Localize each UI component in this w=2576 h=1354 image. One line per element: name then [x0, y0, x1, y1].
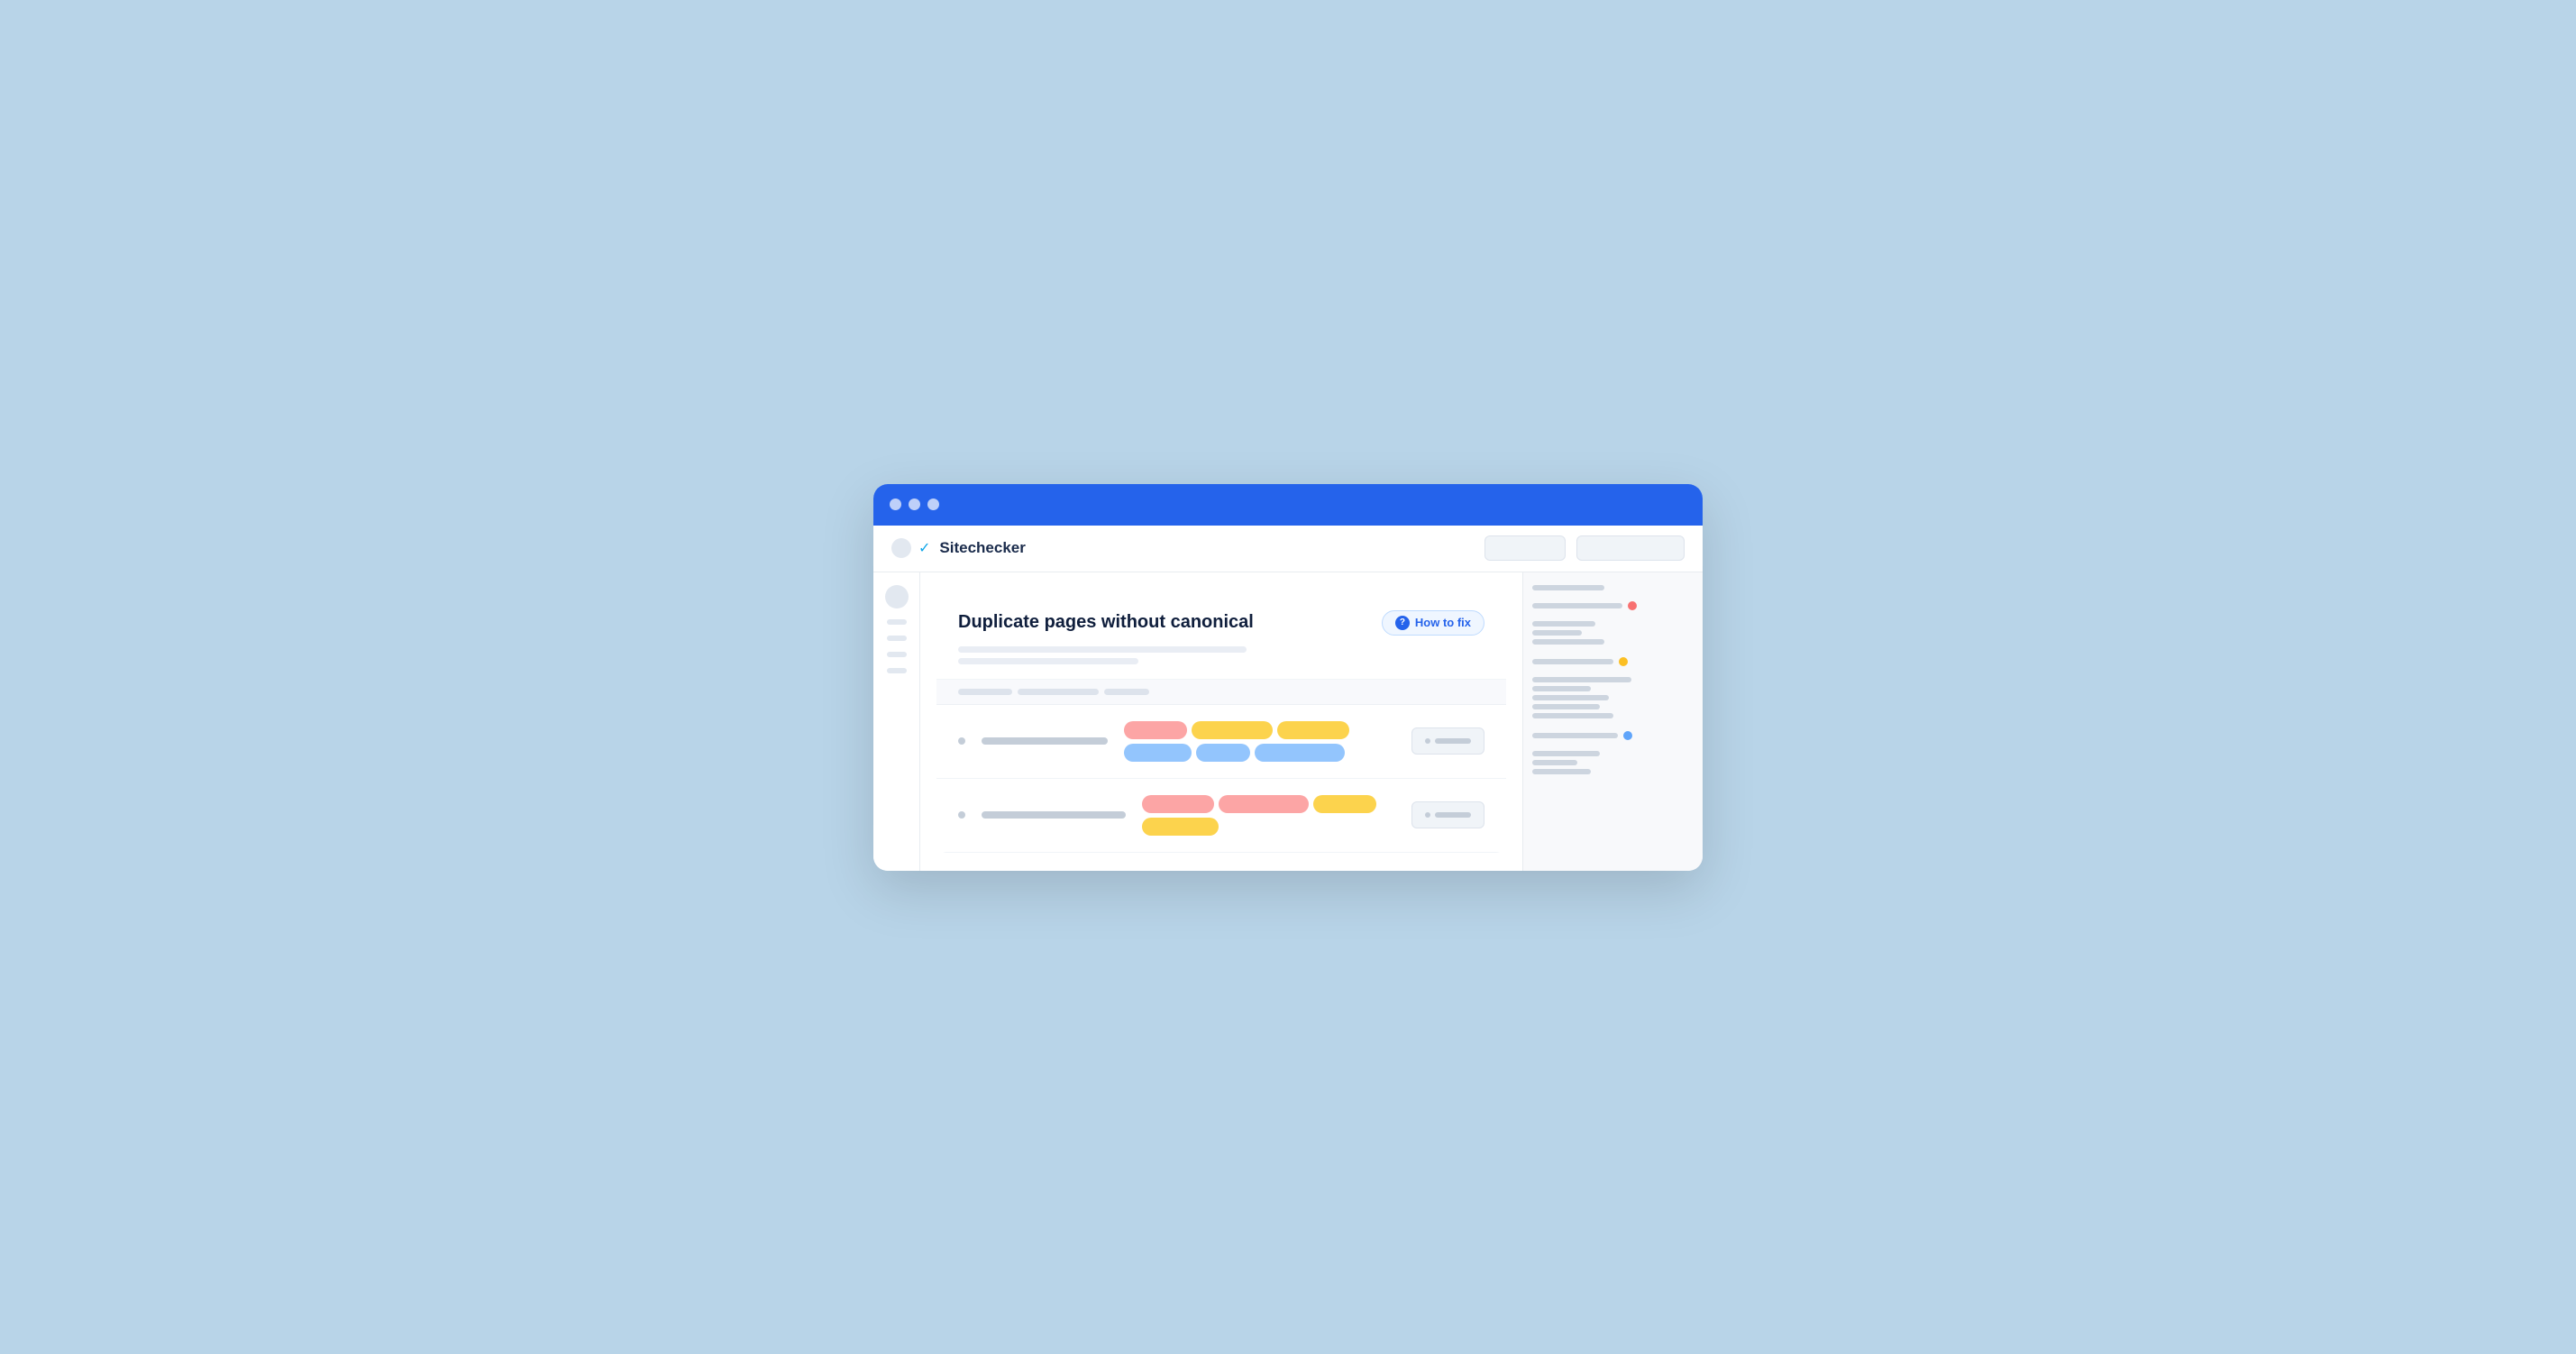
traffic-light-3 [927, 499, 939, 510]
rp-bar [1532, 695, 1609, 700]
sidebar-item-2[interactable] [887, 636, 907, 641]
browser-window: ✓ Sitechecker Duplicate pages without ca… [873, 484, 1703, 871]
rp-bar [1532, 677, 1631, 682]
nav-button-primary[interactable] [1484, 535, 1566, 561]
table-header [936, 680, 1506, 705]
card-header: Duplicate pages without canonical ? How … [936, 590, 1506, 680]
rp-bar [1532, 769, 1591, 774]
sidebar-item-3[interactable] [887, 652, 907, 657]
sidebar-avatar [885, 585, 909, 608]
row-dot-2 [958, 811, 965, 819]
rp-status-dot-orange [1619, 657, 1628, 666]
rp-bar [1532, 713, 1613, 718]
action-btn-bar [1435, 812, 1471, 818]
main-layout: Duplicate pages without canonical ? How … [873, 572, 1703, 871]
tag [1124, 744, 1192, 762]
rp-group-3 [1532, 657, 1694, 666]
th-bar-3 [1104, 689, 1149, 695]
tag [1124, 721, 1187, 739]
subtitle-bar-1 [958, 646, 1247, 653]
tag [1313, 795, 1376, 813]
logo-area: ✓ Sitechecker [891, 538, 1474, 558]
rp-bar [1532, 585, 1604, 590]
how-to-fix-button[interactable]: ? How to fix [1382, 610, 1484, 636]
table-header-inner [958, 689, 1484, 695]
action-btn-dot [1425, 738, 1430, 744]
action-btn-bar [1435, 738, 1471, 744]
content-card: Duplicate pages without canonical ? How … [936, 590, 1506, 853]
traffic-light-2 [909, 499, 920, 510]
navbar: ✓ Sitechecker [873, 526, 1703, 572]
tag [1142, 795, 1214, 813]
rp-sub-group-3 [1532, 677, 1694, 718]
subtitle-bars [958, 646, 1484, 664]
row-tags-1 [1124, 721, 1395, 762]
rp-bar [1532, 659, 1613, 664]
nav-button-secondary[interactable] [1576, 535, 1685, 561]
rp-sub-group-4 [1532, 751, 1694, 774]
rp-bar [1532, 733, 1618, 738]
rp-status-dot-red [1628, 601, 1637, 610]
subtitle-bar-2 [958, 658, 1138, 664]
sidebar [873, 572, 920, 871]
th-bar-2 [1018, 689, 1099, 695]
table-row [936, 779, 1506, 853]
tag [1142, 818, 1219, 836]
content-area: Duplicate pages without canonical ? How … [920, 572, 1522, 871]
how-to-fix-icon: ? [1395, 616, 1410, 630]
table-row [936, 705, 1506, 779]
tag [1196, 744, 1250, 762]
rp-bar [1532, 603, 1622, 608]
row-action-button-1[interactable] [1411, 727, 1484, 755]
row-label-1 [982, 737, 1108, 745]
row-dot-1 [958, 737, 965, 745]
rp-bar [1532, 639, 1604, 645]
rp-bar [1532, 621, 1595, 627]
sidebar-item-4[interactable] [887, 668, 907, 673]
tag [1255, 744, 1345, 762]
how-to-fix-label: How to fix [1415, 616, 1471, 629]
rp-bar [1532, 704, 1600, 709]
rp-bar [1532, 686, 1591, 691]
brand-name: Sitechecker [939, 539, 1025, 557]
traffic-light-1 [890, 499, 901, 510]
tag [1192, 721, 1273, 739]
logo-circle [891, 538, 911, 558]
row-label-2 [982, 811, 1126, 819]
brand-checkmark: ✓ [918, 539, 930, 557]
sidebar-item-1[interactable] [887, 619, 907, 625]
rp-bar [1532, 751, 1600, 756]
rp-sub-group-2 [1532, 621, 1694, 645]
row-action-button-2[interactable] [1411, 801, 1484, 828]
rp-status-dot-blue [1623, 731, 1632, 740]
card-title-row: Duplicate pages without canonical ? How … [958, 610, 1484, 636]
rp-bar [1532, 760, 1577, 765]
browser-titlebar [873, 484, 1703, 526]
row-tags-2 [1142, 795, 1395, 836]
rp-group-4 [1532, 731, 1694, 740]
tag [1277, 721, 1349, 739]
right-panel [1522, 572, 1703, 871]
action-btn-dot [1425, 812, 1430, 818]
tag [1219, 795, 1309, 813]
card-title: Duplicate pages without canonical [958, 612, 1254, 633]
rp-bar [1532, 630, 1582, 636]
rp-group-1 [1532, 585, 1694, 590]
rp-group-2 [1532, 601, 1694, 610]
th-bar-1 [958, 689, 1012, 695]
